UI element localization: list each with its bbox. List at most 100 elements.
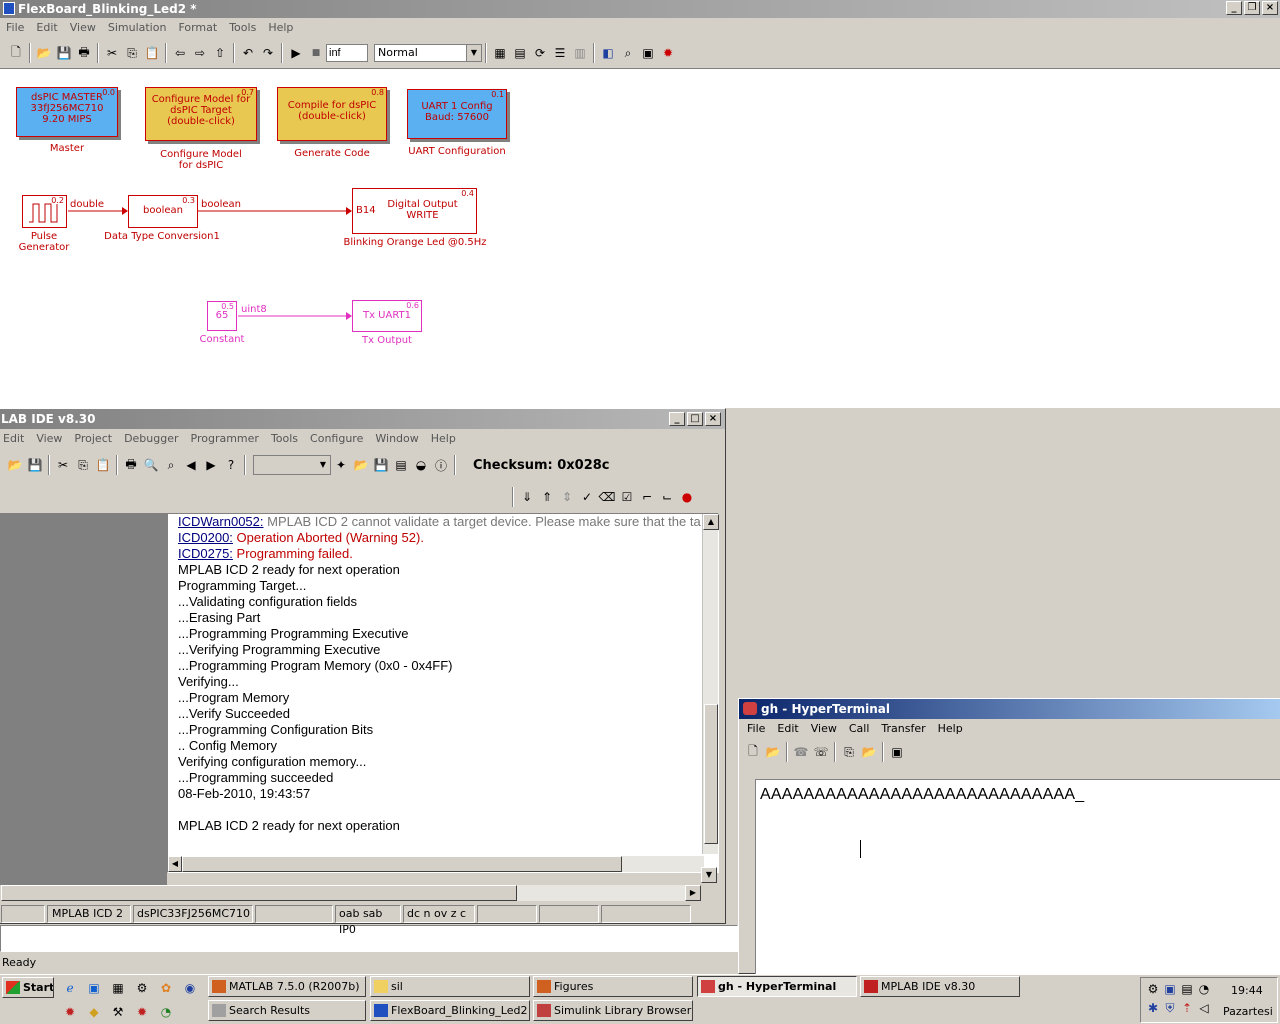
menu-help[interactable]: Help xyxy=(932,720,969,738)
scroll-thumb[interactable] xyxy=(182,856,622,872)
menu-help[interactable]: Help xyxy=(262,19,299,37)
read-icon[interactable]: ⇑ xyxy=(537,487,557,507)
media-icon[interactable]: ◉ xyxy=(180,978,200,998)
clock-time[interactable]: 19:44 xyxy=(1231,984,1263,997)
settings-icon[interactable]: ● xyxy=(677,487,697,507)
network-icon[interactable]: ⚙ xyxy=(132,978,152,998)
properties-icon[interactable]: ▣ xyxy=(638,43,658,63)
menu-view[interactable]: View xyxy=(64,19,102,37)
open-icon[interactable]: 📂 xyxy=(763,742,783,762)
block-constant[interactable]: 0.5 65 xyxy=(207,301,237,331)
tray-monitor-icon[interactable]: ▣ xyxy=(1162,980,1178,998)
task-matlab[interactable]: MATLAB 7.5.0 (R2007b) xyxy=(208,976,366,997)
library-icon[interactable]: ▤ xyxy=(510,43,530,63)
stop-time-input[interactable] xyxy=(326,44,368,62)
tray-bluetooth-icon[interactable]: ✱ xyxy=(1145,999,1161,1017)
menu-transfer[interactable]: Transfer xyxy=(875,720,931,738)
main-vscroll-down[interactable]: ▼ xyxy=(701,867,717,885)
ie-icon[interactable]: ℯ xyxy=(60,978,80,998)
sim-mode-select[interactable]: Normal ▼ xyxy=(374,44,482,62)
scroll-thumb[interactable] xyxy=(704,704,718,844)
scroll-left-icon[interactable]: ◀ xyxy=(168,856,182,872)
bookmark-next-icon[interactable]: ▶ xyxy=(201,455,221,475)
disconnect-icon[interactable]: ☏ xyxy=(811,742,831,762)
open-icon[interactable]: 📂 xyxy=(5,455,25,475)
menu-edit[interactable]: Edit xyxy=(30,19,63,37)
cut-icon[interactable]: ✂ xyxy=(53,455,73,475)
new-icon[interactable]: 🗋 xyxy=(743,742,763,762)
app2-icon[interactable]: ◆ xyxy=(84,1002,104,1022)
bookmark-prev-icon[interactable]: ◀ xyxy=(181,455,201,475)
release-reset-icon[interactable]: ⌙ xyxy=(657,487,677,507)
block-data-type-conversion[interactable]: 0.3 boolean xyxy=(128,195,198,228)
minimize-button[interactable]: _ xyxy=(669,412,685,426)
tray-network-icon[interactable]: ⚙ xyxy=(1145,980,1161,998)
scroll-right-icon[interactable]: ▶ xyxy=(685,885,701,901)
cut-icon[interactable]: ✂ xyxy=(102,43,122,63)
blank-check-icon[interactable]: ☑ xyxy=(617,487,637,507)
menu-file[interactable]: File xyxy=(0,19,30,37)
menu-debugger[interactable]: Debugger xyxy=(118,430,184,448)
block-tx-uart1[interactable]: 0.6 Tx UART1 xyxy=(352,300,422,332)
main-hscrollbar[interactable]: ▶ xyxy=(1,885,701,901)
menu-view[interactable]: View xyxy=(30,430,68,448)
menu-programmer[interactable]: Programmer xyxy=(185,430,265,448)
up-icon[interactable]: ⇧ xyxy=(210,43,230,63)
scroll-thumb[interactable] xyxy=(1,885,517,901)
redo-icon[interactable]: ↷ xyxy=(258,43,278,63)
menu-tools[interactable]: Tools xyxy=(223,19,262,37)
tray-shield-icon[interactable]: ⛨ xyxy=(1162,999,1178,1017)
copy-icon[interactable]: ⎘ xyxy=(73,455,93,475)
close-button[interactable]: × xyxy=(705,412,721,426)
task-hyperterminal[interactable]: gh - HyperTerminal xyxy=(697,976,857,997)
scroll-down-icon[interactable]: ▼ xyxy=(701,867,717,883)
program-icon[interactable]: ⇓ xyxy=(517,487,537,507)
stop-icon[interactable]: ■ xyxy=(306,43,326,63)
print-icon[interactable]: 🖶 xyxy=(74,43,94,63)
minimize-button[interactable]: _ xyxy=(1226,1,1242,15)
task-search-results[interactable]: Search Results xyxy=(208,1000,366,1021)
info-icon[interactable]: ⓘ xyxy=(431,455,451,475)
block-configure[interactable]: 0.7 Configure Model for dsPIC Target (do… xyxy=(145,87,257,141)
back-icon[interactable]: ⇦ xyxy=(170,43,190,63)
tray-safely-remove-icon[interactable]: ⇡ xyxy=(1179,999,1195,1017)
menu-view[interactable]: View xyxy=(805,720,843,738)
gauge-icon[interactable]: ◔ xyxy=(156,1002,176,1022)
block-compile[interactable]: 0.8 Compile for dsPIC (double-click) xyxy=(277,87,387,141)
receive-icon[interactable]: 📂 xyxy=(859,742,879,762)
undo-icon[interactable]: ↶ xyxy=(238,43,258,63)
maximize-button[interactable]: □ xyxy=(687,412,703,426)
save-icon[interactable]: 💾 xyxy=(25,455,45,475)
menu-help[interactable]: Help xyxy=(425,430,462,448)
app3-icon[interactable]: ✹ xyxy=(132,1002,152,1022)
tools-icon[interactable]: ⚒ xyxy=(108,1002,128,1022)
build-config-select[interactable]: ▼ xyxy=(253,455,331,475)
output-text[interactable]: ICDWarn0052: MPLAB ICD 2 cannot validate… xyxy=(178,514,704,852)
print-icon[interactable]: 🖶 xyxy=(121,455,141,475)
find-in-files-icon[interactable]: ⌕ xyxy=(161,455,181,475)
model-canvas[interactable]: 0.0 dsPIC MASTER 33fJ256MC710 9.20 MIPS … xyxy=(0,68,1280,408)
desktop-icon[interactable]: ▣ xyxy=(84,978,104,998)
forward-icon[interactable]: ⇨ xyxy=(190,43,210,63)
block-uart-config[interactable]: 0.1 UART 1 Config Baud: 57600 xyxy=(407,89,507,139)
save-icon[interactable]: 💾 xyxy=(54,43,74,63)
menu-edit[interactable]: Edit xyxy=(0,430,30,448)
paste-icon[interactable]: 📋 xyxy=(142,43,162,63)
tray-volume-icon[interactable]: ◔ xyxy=(1196,980,1212,998)
menu-configure[interactable]: Configure xyxy=(304,430,369,448)
properties-icon[interactable]: ▣ xyxy=(887,742,907,762)
close-button[interactable]: × xyxy=(1262,1,1278,15)
erase-icon[interactable]: ⌫ xyxy=(597,487,617,507)
menu-simulation[interactable]: Simulation xyxy=(102,19,173,37)
stack-icon[interactable]: ☰ xyxy=(550,43,570,63)
add-file-icon[interactable]: ▤ xyxy=(391,455,411,475)
open-icon[interactable]: 📂 xyxy=(34,43,54,63)
tray-speaker-icon[interactable]: ◁ xyxy=(1196,999,1212,1017)
new-icon[interactable]: 🗋 xyxy=(6,43,26,63)
block-master[interactable]: 0.0 dsPIC MASTER 33fJ256MC710 9.20 MIPS xyxy=(16,87,118,137)
build-icon[interactable]: ▦ xyxy=(490,43,510,63)
app1-icon[interactable]: ✹ xyxy=(60,1002,80,1022)
save-project-icon[interactable]: 💾 xyxy=(371,455,391,475)
output-vscrollbar[interactable]: ▲ xyxy=(702,514,719,854)
help-icon[interactable]: ? xyxy=(221,455,241,475)
